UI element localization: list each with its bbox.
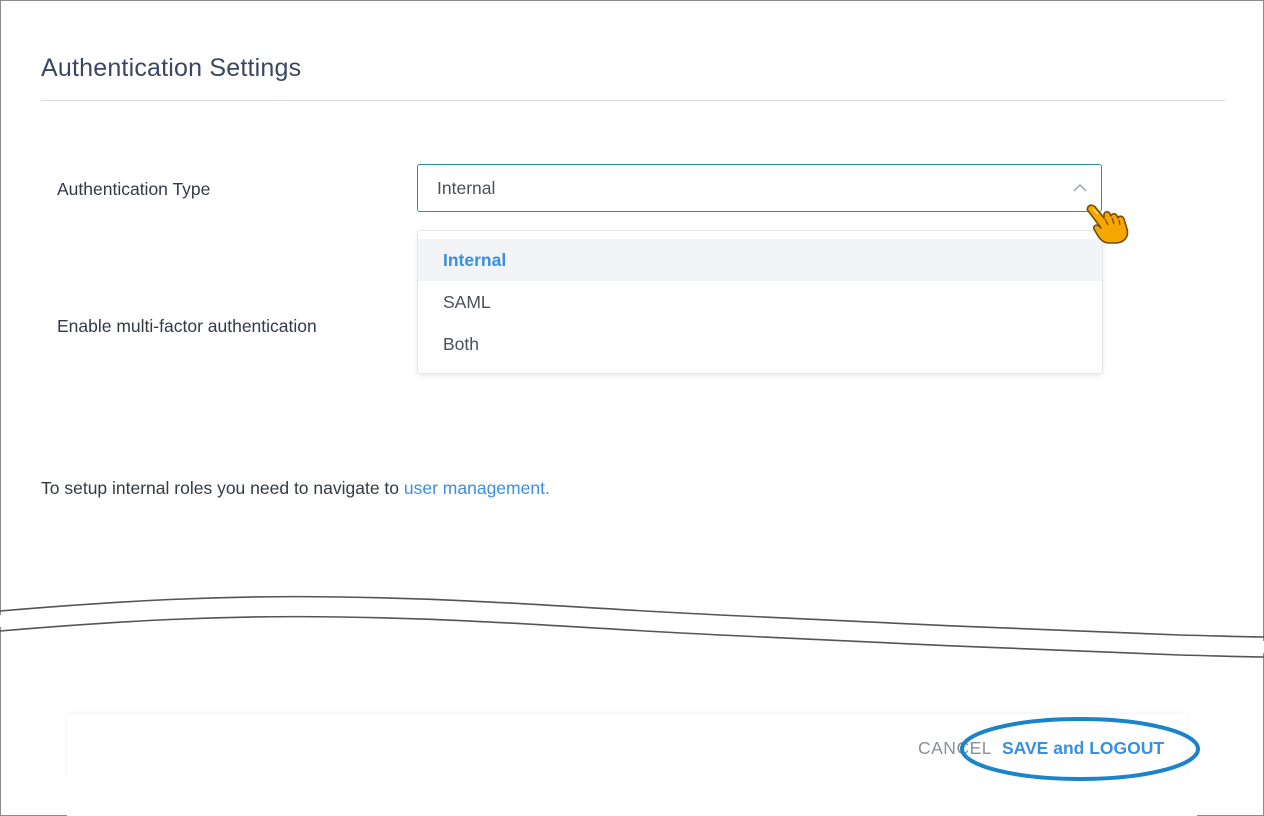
user-management-link[interactable]: user management. bbox=[404, 478, 550, 498]
note-text: To setup internal roles you need to navi… bbox=[41, 478, 400, 498]
pointing-hand-cursor-icon bbox=[1086, 204, 1129, 244]
window-frame bbox=[0, 0, 1264, 816]
chevron-up-icon bbox=[1073, 184, 1087, 192]
dropdown-option-internal[interactable]: Internal bbox=[418, 239, 1102, 281]
auth-type-label: Authentication Type bbox=[57, 179, 211, 199]
auth-type-dropdown-menu: Internal SAML Both bbox=[417, 230, 1103, 374]
dropdown-option-saml[interactable]: SAML bbox=[418, 281, 1102, 323]
page-title: Authentication Settings bbox=[41, 54, 302, 82]
user-management-note: To setup internal roles you need to navi… bbox=[41, 478, 550, 499]
mfa-label: Enable multi-factor authentication bbox=[57, 316, 317, 336]
auth-type-select[interactable]: Internal bbox=[417, 164, 1102, 212]
dropdown-option-both[interactable]: Both bbox=[418, 323, 1102, 365]
highlight-ring-annotation bbox=[960, 717, 1200, 781]
page-break-wave bbox=[0, 595, 1264, 658]
title-divider bbox=[41, 100, 1225, 101]
auth-type-selected-value: Internal bbox=[437, 178, 496, 198]
